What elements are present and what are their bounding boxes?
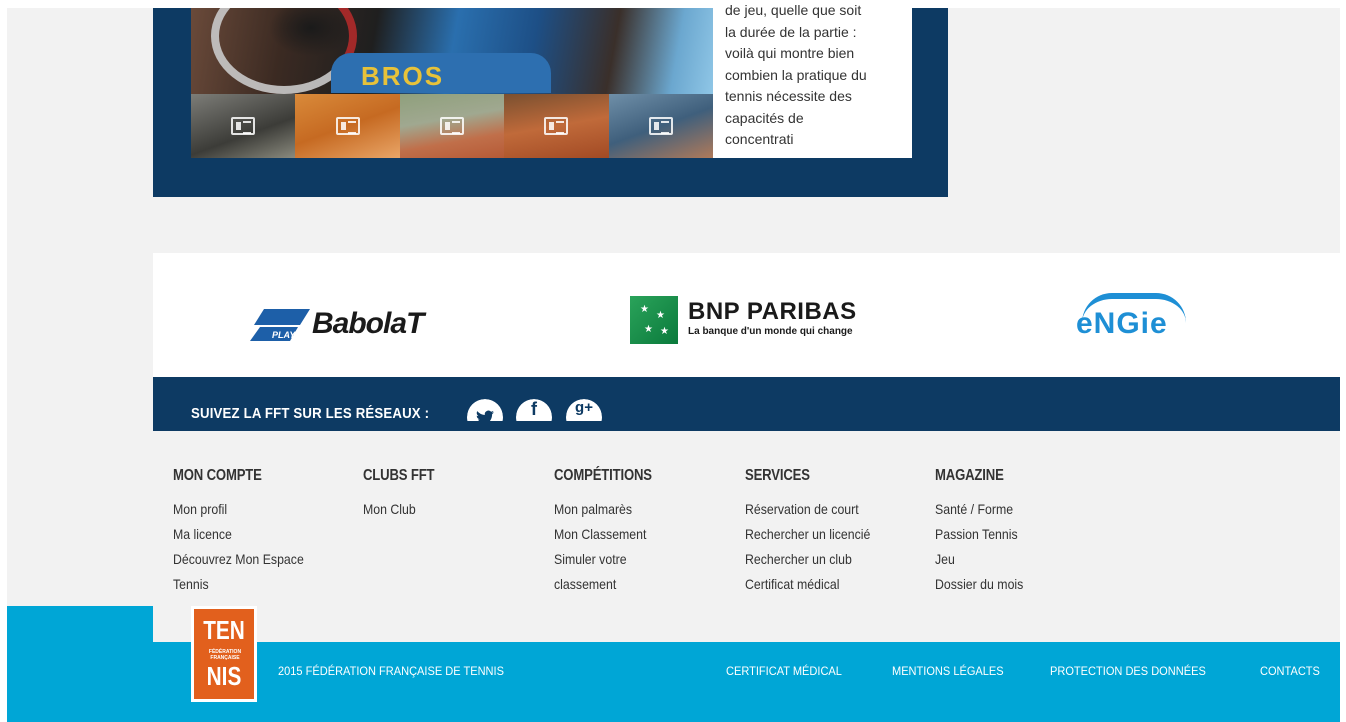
svg-text:PLAY: PLAY — [272, 330, 296, 340]
footer-col-mon-compte: MON COMPTE Mon profil Ma licence Découvr… — [173, 467, 363, 597]
footer-link[interactable]: Mon profil — [173, 497, 340, 522]
excerpt-line: capacités de — [725, 109, 804, 126]
article-excerpt: de jeu, quelle que soit la durée de la p… — [713, 0, 912, 158]
footer-link[interactable]: Certificat médical — [745, 572, 912, 597]
footer-link[interactable]: Jeu — [935, 547, 1102, 572]
footer-link[interactable]: Dossier du mois — [935, 572, 1102, 597]
footer-col-title: CLUBS FFT — [363, 467, 435, 484]
gallery-thumbnail[interactable] — [504, 94, 609, 158]
footer-col-services: SERVICES Réservation de court Rechercher… — [745, 467, 935, 597]
bnp-paribas-logo[interactable]: ★ ★ ★ ★ BNP PARIBAS La banque d'un monde qu… — [630, 296, 870, 346]
logo-line-nis: NIS — [206, 661, 242, 691]
hero-brand-text: BROS — [361, 61, 445, 91]
footer-link[interactable]: Réservation de court — [745, 497, 912, 522]
bnp-stars-icon: ★ ★ ★ ★ — [630, 296, 678, 344]
social-band: SUIVEZ LA FFT SUR LES RÉSEAUX : f g+ — [153, 377, 1340, 431]
gallery-thumbnail[interactable] — [608, 94, 714, 158]
footer-link[interactable]: Passion Tennis — [935, 522, 1102, 547]
gallery-icon — [440, 117, 465, 135]
gallery-thumbnail[interactable] — [399, 94, 505, 158]
bnp-wordmark: BNP PARIBAS — [688, 298, 857, 325]
gallery-thumbnail[interactable] — [191, 94, 296, 158]
gallery-thumbnail[interactable] — [295, 94, 400, 158]
logo-line-ten: TEN — [203, 615, 245, 645]
footer-link[interactable]: Mon Classement — [554, 522, 721, 547]
babolat-play-mark: PLAY — [250, 309, 310, 341]
footer-col-title: COMPÉTITIONS — [554, 467, 652, 484]
footer-link[interactable]: Simuler votre — [554, 547, 721, 572]
facebook-icon[interactable]: f — [516, 399, 552, 421]
thumbnail-strip — [191, 94, 714, 158]
footer-col-title: MAGAZINE — [935, 467, 1004, 484]
footer-link[interactable]: Ma licence — [173, 522, 340, 547]
footer-link[interactable]: Santé / Forme — [935, 497, 1102, 522]
footer-link[interactable]: Rechercher un club — [745, 547, 912, 572]
gallery-icon — [648, 117, 673, 135]
babolat-wordmark: BabolaT — [312, 307, 424, 340]
bottom-link-protection[interactable]: PROTECTION DES DONNÉES — [1050, 664, 1206, 678]
excerpt-line: la durée de la partie : — [725, 23, 857, 40]
excerpt-line: de jeu, quelle que soit — [725, 2, 862, 18]
bottom-link-certificat[interactable]: CERTIFICAT MÉDICAL — [726, 664, 842, 678]
excerpt-line: voilà qui montre bien — [725, 45, 855, 61]
social-label: SUIVEZ LA FFT SUR LES RÉSEAUX : — [191, 405, 430, 422]
footer-link[interactable]: Rechercher un licencié — [745, 522, 912, 547]
excerpt-line: combien la pratique du — [725, 66, 867, 83]
excerpt-line: tennis nécessite des — [725, 88, 852, 104]
bottom-bar-notch — [7, 606, 153, 646]
footer-col-magazine: MAGAZINE Santé / Forme Passion Tennis Je… — [935, 467, 1125, 597]
gallery-icon — [335, 117, 360, 135]
twitter-bird-icon — [476, 410, 494, 421]
logo-line-federation: FÉDÉRATION FRANÇAISE — [208, 649, 242, 661]
footer-col-title: MON COMPTE — [173, 467, 262, 484]
footer-link[interactable]: Découvrez Mon Espace — [173, 547, 340, 572]
footer-link[interactable]: Mon Club — [363, 497, 530, 522]
bnp-tagline: La banque d'un monde qui change — [688, 326, 853, 337]
googleplus-icon[interactable]: g+ — [566, 399, 602, 421]
footer-col-competitions: COMPÉTITIONS Mon palmarès Mon Classement… — [554, 467, 744, 597]
gallery-icon — [231, 117, 256, 135]
footer-link[interactable]: Tennis — [173, 572, 340, 597]
bottom-link-mentions[interactable]: MENTIONS LÉGALES — [892, 664, 1004, 678]
wristband-shape: BROS — [331, 53, 551, 93]
engie-wordmark: eNGie — [1076, 307, 1168, 340]
excerpt-line: concentrati — [725, 131, 794, 147]
gallery-icon — [544, 117, 569, 135]
footer-link[interactable]: Mon palmarès — [554, 497, 721, 522]
footer-link[interactable]: classement — [554, 572, 721, 597]
footer-col-title: SERVICES — [745, 467, 810, 484]
footer-col-clubs-fft: CLUBS FFT Mon Club — [363, 467, 553, 522]
article-hero-image[interactable]: BROS — [191, 8, 713, 94]
twitter-icon[interactable] — [467, 399, 503, 421]
copyright-text: 2015 FÉDÉRATION FRANÇAISE DE TENNIS — [278, 664, 504, 678]
bottom-link-contacts[interactable]: CONTACTS — [1260, 664, 1320, 678]
babolat-logo[interactable]: PLAY BabolaT — [250, 305, 460, 345]
fft-tennis-logo[interactable]: TEN FÉDÉRATION FRANÇAISE NIS — [191, 606, 257, 702]
engie-logo[interactable]: eNGie — [1076, 293, 1196, 343]
